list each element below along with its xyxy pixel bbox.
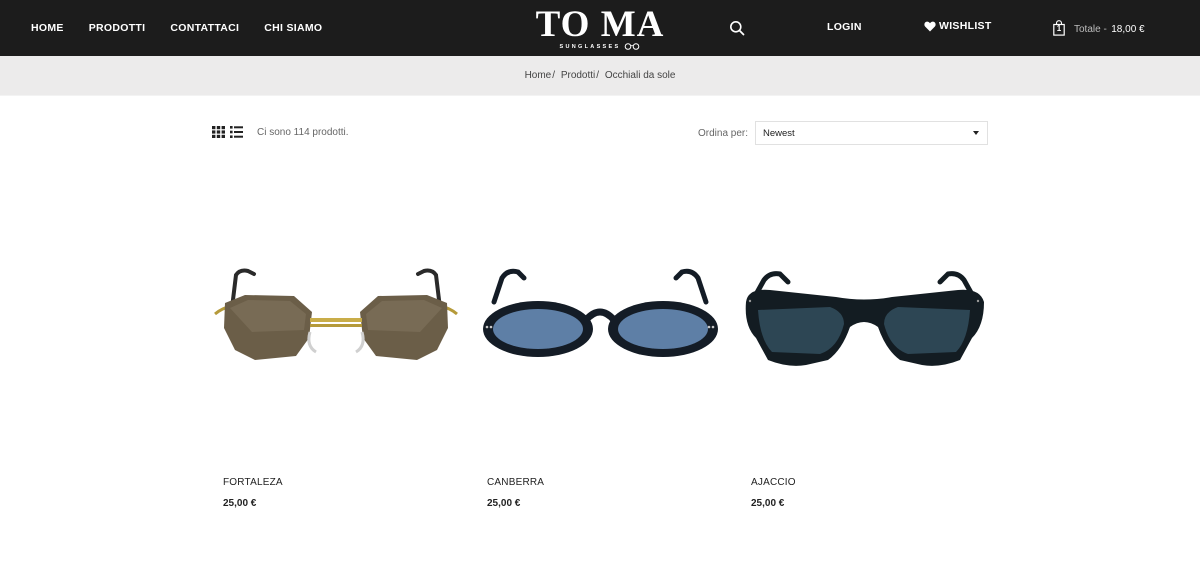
glasses-icon — [625, 43, 640, 50]
product-name[interactable]: AJACCIO — [751, 477, 796, 488]
product-price: 25,00 € — [487, 498, 521, 509]
grid-view-icon[interactable] — [212, 126, 225, 138]
nav-chi-siamo[interactable]: CHI SIAMO — [264, 22, 322, 34]
product-card[interactable]: FORTALEZA 25,00 € — [212, 190, 460, 530]
sort-selected-value: Newest — [763, 128, 795, 139]
breadcrumb-prodotti[interactable]: Prodotti — [561, 70, 595, 81]
product-name[interactable]: CANBERRA — [487, 477, 544, 488]
product-image[interactable] — [740, 190, 988, 440]
product-card[interactable]: AJACCIO 25,00 € — [740, 190, 988, 530]
product-count: Ci sono 114 prodotti. — [257, 127, 349, 138]
round-sunglasses-image — [483, 268, 718, 357]
product-name[interactable]: FORTALEZA — [223, 477, 283, 488]
wishlist-link[interactable]: WISHLIST — [924, 20, 992, 32]
breadcrumb-separator: / — [552, 70, 556, 81]
breadcrumb-home[interactable]: Home — [525, 70, 552, 81]
product-price: 25,00 € — [223, 498, 257, 509]
product-card[interactable]: CANBERRA 25,00 € — [476, 190, 724, 530]
nav-home[interactable]: HOME — [31, 22, 64, 34]
rimless-sunglasses-image — [214, 268, 458, 360]
cart-summary[interactable]: 1 Totale - 18,00 € — [1053, 19, 1145, 37]
breadcrumb: Home/ Prodotti/ Occhiali da sole — [0, 70, 1200, 81]
list-view-icon[interactable] — [230, 126, 243, 138]
cart-count: 1 — [1056, 24, 1062, 33]
top-navbar: HOME PRODOTTI CONTATTACI CHI SIAMO TO MA… — [0, 0, 1200, 56]
breadcrumb-bar: Home/ Prodotti/ Occhiali da sole — [0, 56, 1200, 96]
breadcrumb-current: Occhiali da sole — [604, 70, 676, 81]
breadcrumb-separator: / — [596, 70, 600, 81]
heart-icon — [924, 21, 936, 31]
caret-down-icon — [973, 131, 979, 135]
search-icon[interactable] — [729, 20, 745, 36]
product-image[interactable] — [476, 190, 724, 440]
site-logo[interactable]: TO MA SUNGLASSES — [530, 6, 670, 54]
logo-wordmark: TO MA — [535, 4, 665, 45]
nav-prodotti[interactable]: PRODOTTI — [89, 22, 146, 34]
product-image[interactable] — [212, 190, 460, 440]
wishlist-label: WISHLIST — [939, 20, 992, 32]
cart-total-label: Totale - — [1074, 24, 1107, 35]
sort-select[interactable]: Newest — [755, 121, 988, 145]
cat-eye-sunglasses-image — [745, 271, 984, 366]
cart-total-value: 18,00 € — [1111, 24, 1145, 35]
shopping-bag-icon: 1 — [1053, 20, 1065, 36]
product-price: 25,00 € — [751, 498, 785, 509]
nav-contattaci[interactable]: CONTATTACI — [170, 22, 239, 34]
sort-label: Ordina per: — [698, 128, 749, 139]
main-nav: HOME PRODOTTI CONTATTACI CHI SIAMO — [31, 0, 347, 56]
login-link[interactable]: LOGIN — [827, 21, 862, 33]
logo-tagline-text: SUNGLASSES — [559, 43, 621, 50]
